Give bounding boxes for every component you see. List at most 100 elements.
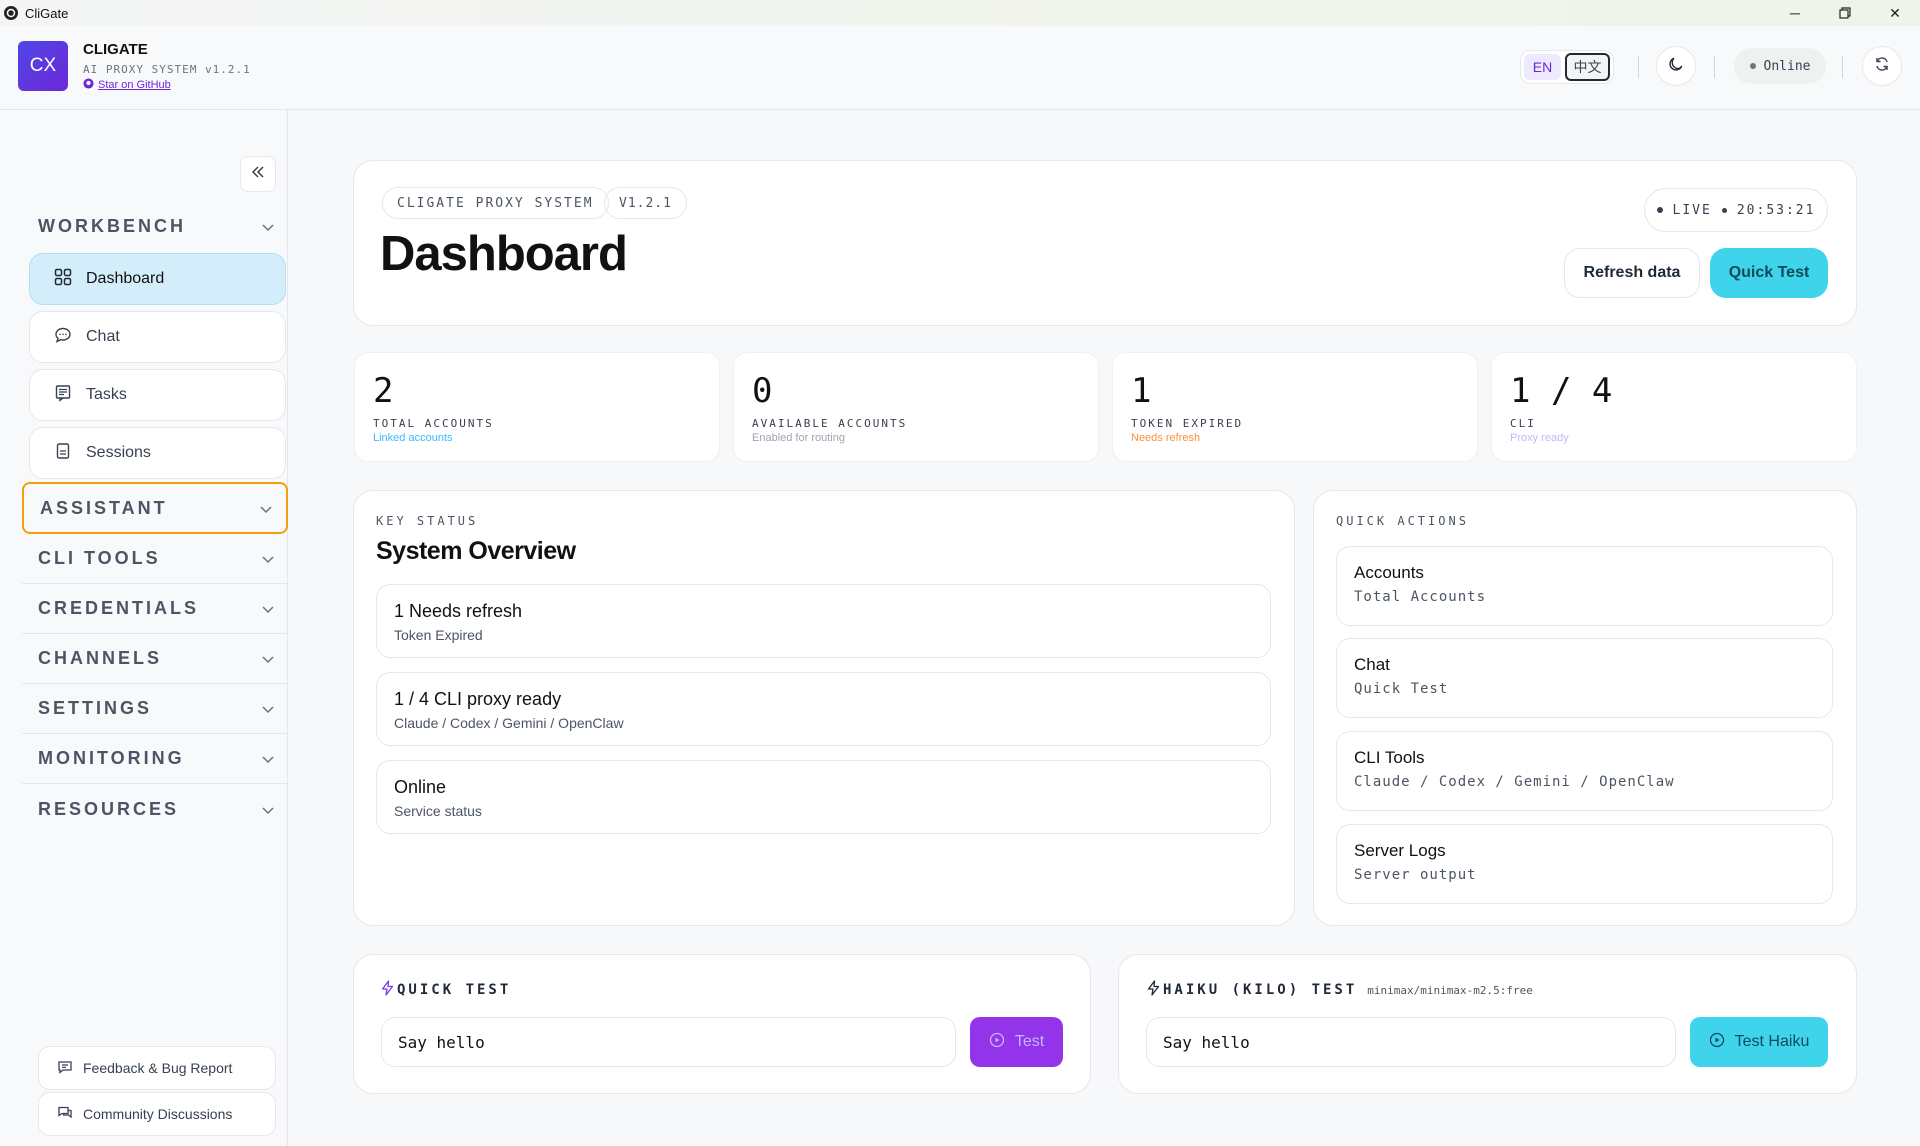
messages-icon bbox=[57, 1105, 73, 1124]
section-label: MONITORING bbox=[38, 748, 185, 768]
sidebar-item-chat[interactable]: Chat bbox=[29, 311, 286, 363]
play-circle-icon bbox=[989, 1032, 1005, 1053]
window-title: CliGate bbox=[25, 5, 69, 21]
section-channels[interactable]: CHANNELS bbox=[22, 634, 288, 684]
test-button-label: Test bbox=[1014, 1033, 1045, 1050]
chevron-down-icon bbox=[262, 799, 274, 820]
list-item[interactable]: 1 / 4 CLI proxy ready Claude / Codex / G… bbox=[376, 672, 1271, 746]
feedback-label: Feedback & Bug Report bbox=[83, 1060, 233, 1076]
section-assistant[interactable]: ASSISTANT bbox=[22, 482, 288, 534]
section-settings[interactable]: SETTINGS bbox=[22, 684, 288, 734]
stat-label: TOTAL ACCOUNTS bbox=[373, 417, 494, 430]
github-icon bbox=[83, 78, 94, 92]
quick-test-input[interactable]: Say hello bbox=[381, 1017, 956, 1067]
quick-test-label: QUICK TEST bbox=[397, 982, 512, 998]
divider bbox=[1714, 56, 1715, 78]
haiku-test-heading: HAIKU (KILO) TEST minimax/minimax-m2.5:f… bbox=[1146, 980, 1533, 1000]
action-sub: Quick Test bbox=[1354, 681, 1449, 697]
stat-card-cli: 1 / 4 CLI Proxy ready bbox=[1491, 352, 1857, 462]
brand-subtitle: AI PROXY SYSTEM v1.2.1 bbox=[83, 63, 251, 76]
stat-value: 2 bbox=[373, 371, 394, 411]
list-item[interactable]: 1 Needs refresh Token Expired bbox=[376, 584, 1271, 658]
chevron-down-icon bbox=[262, 648, 274, 669]
haiku-test-input[interactable]: Say hello bbox=[1146, 1017, 1676, 1067]
section-workbench[interactable]: WORKBENCH bbox=[22, 201, 288, 251]
live-time: 20:53:21 bbox=[1736, 202, 1816, 218]
quick-test-button[interactable]: Quick Test bbox=[1710, 248, 1828, 298]
lang-zh-button[interactable]: 中文 bbox=[1565, 53, 1610, 81]
section-label: RESOURCES bbox=[38, 798, 180, 819]
section-label: CHANNELS bbox=[38, 648, 163, 668]
section-resources[interactable]: RESOURCES bbox=[22, 784, 288, 834]
github-link-label: Star on GitHub bbox=[98, 79, 171, 91]
double-chevron-left-icon bbox=[250, 164, 266, 185]
test-haiku-button-label: Test Haiku bbox=[1734, 1033, 1810, 1050]
collapse-sidebar-button[interactable] bbox=[240, 156, 276, 192]
test-button[interactable]: Test bbox=[970, 1017, 1063, 1067]
list-item[interactable]: Online Service status bbox=[376, 760, 1271, 834]
lang-en-button[interactable]: EN bbox=[1524, 54, 1562, 80]
action-title: Server Logs bbox=[1354, 841, 1446, 860]
section-credentials[interactable]: CREDENTIALS bbox=[22, 584, 288, 634]
stat-label: CLI bbox=[1510, 417, 1536, 430]
sidebar-item-label: Chat bbox=[86, 328, 120, 345]
community-button[interactable]: Community Discussions bbox=[38, 1092, 276, 1136]
section-label: ASSISTANT bbox=[40, 497, 168, 518]
system-chip: CLIGATE PROXY SYSTEM bbox=[382, 187, 609, 219]
live-label: LIVE bbox=[1672, 202, 1712, 218]
row-title: 1 / 4 CLI proxy ready bbox=[394, 689, 562, 709]
sidebar-item-dashboard[interactable]: Dashboard bbox=[29, 253, 286, 305]
overview-kicker: KEY STATUS bbox=[376, 514, 479, 528]
row-sub: Service status bbox=[394, 803, 482, 819]
haiku-test-label: HAIKU (KILO) TEST bbox=[1163, 982, 1358, 998]
action-title: CLI Tools bbox=[1354, 748, 1425, 767]
action-sub: Total Accounts bbox=[1354, 589, 1487, 605]
sidebar-item-tasks[interactable]: Tasks bbox=[29, 369, 286, 421]
action-title: Chat bbox=[1354, 655, 1390, 674]
version-chip: V1.2.1 bbox=[604, 187, 687, 219]
app-header: CX CLIGATE AI PROXY SYSTEM v1.2.1 Star o… bbox=[0, 26, 1920, 110]
stat-card-total-accounts: 2 TOTAL ACCOUNTS Linked accounts bbox=[354, 352, 720, 462]
sync-button[interactable] bbox=[1862, 46, 1902, 86]
divider bbox=[1842, 56, 1843, 78]
chevron-down-icon bbox=[262, 598, 274, 619]
haiku-model-label: minimax/minimax-m2.5:free bbox=[1367, 983, 1533, 997]
quick-action-server-logs[interactable]: Server Logs Server output bbox=[1336, 824, 1833, 904]
quick-action-chat[interactable]: Chat Quick Test bbox=[1336, 638, 1833, 718]
sidebar-item-label: Tasks bbox=[86, 386, 127, 403]
language-switcher: EN 中文 bbox=[1520, 50, 1614, 84]
stat-value: 1 / 4 bbox=[1510, 371, 1613, 411]
chevron-down-icon bbox=[262, 216, 274, 237]
action-sub: Server output bbox=[1354, 867, 1477, 883]
quick-action-cli-tools[interactable]: CLI Tools Claude / Codex / Gemini / Open… bbox=[1336, 731, 1833, 811]
logo: CX bbox=[18, 41, 68, 91]
stat-card-token-expired: 1 TOKEN EXPIRED Needs refresh bbox=[1112, 352, 1478, 462]
feedback-button[interactable]: Feedback & Bug Report bbox=[38, 1046, 276, 1090]
github-link[interactable]: Star on GitHub bbox=[83, 78, 171, 92]
refresh-data-button[interactable]: Refresh data bbox=[1564, 248, 1700, 298]
chevron-down-icon bbox=[262, 698, 274, 719]
quick-action-accounts[interactable]: Accounts Total Accounts bbox=[1336, 546, 1833, 626]
minimize-icon[interactable]: ─ bbox=[1770, 0, 1820, 26]
stat-label: TOKEN EXPIRED bbox=[1131, 417, 1244, 430]
section-monitoring[interactable]: MONITORING bbox=[22, 734, 288, 784]
tasks-icon bbox=[54, 384, 72, 407]
status-label: Online bbox=[1763, 58, 1811, 74]
status-badge: Online bbox=[1734, 48, 1826, 84]
close-icon[interactable]: ✕ bbox=[1870, 0, 1920, 26]
row-title: Online bbox=[394, 777, 447, 797]
theme-toggle-button[interactable] bbox=[1656, 46, 1696, 86]
divider bbox=[1638, 56, 1639, 78]
test-haiku-button[interactable]: Test Haiku bbox=[1690, 1017, 1828, 1067]
section-label: SETTINGS bbox=[38, 698, 153, 718]
live-dot-icon bbox=[1656, 207, 1663, 213]
sidebar: WORKBENCH Dashboard Chat Tasks Sessions … bbox=[0, 110, 288, 1146]
restore-icon[interactable] bbox=[1820, 0, 1870, 26]
quick-actions-kicker: QUICK ACTIONS bbox=[1336, 514, 1469, 528]
section-cli-tools[interactable]: CLI TOOLS bbox=[22, 534, 288, 584]
bolt-icon bbox=[380, 980, 395, 1000]
window-titlebar: CliGate ─ ✕ bbox=[0, 0, 1920, 26]
stat-value: 0 bbox=[752, 371, 773, 411]
sidebar-item-sessions[interactable]: Sessions bbox=[29, 427, 286, 479]
chat-bubble-icon bbox=[54, 326, 72, 349]
